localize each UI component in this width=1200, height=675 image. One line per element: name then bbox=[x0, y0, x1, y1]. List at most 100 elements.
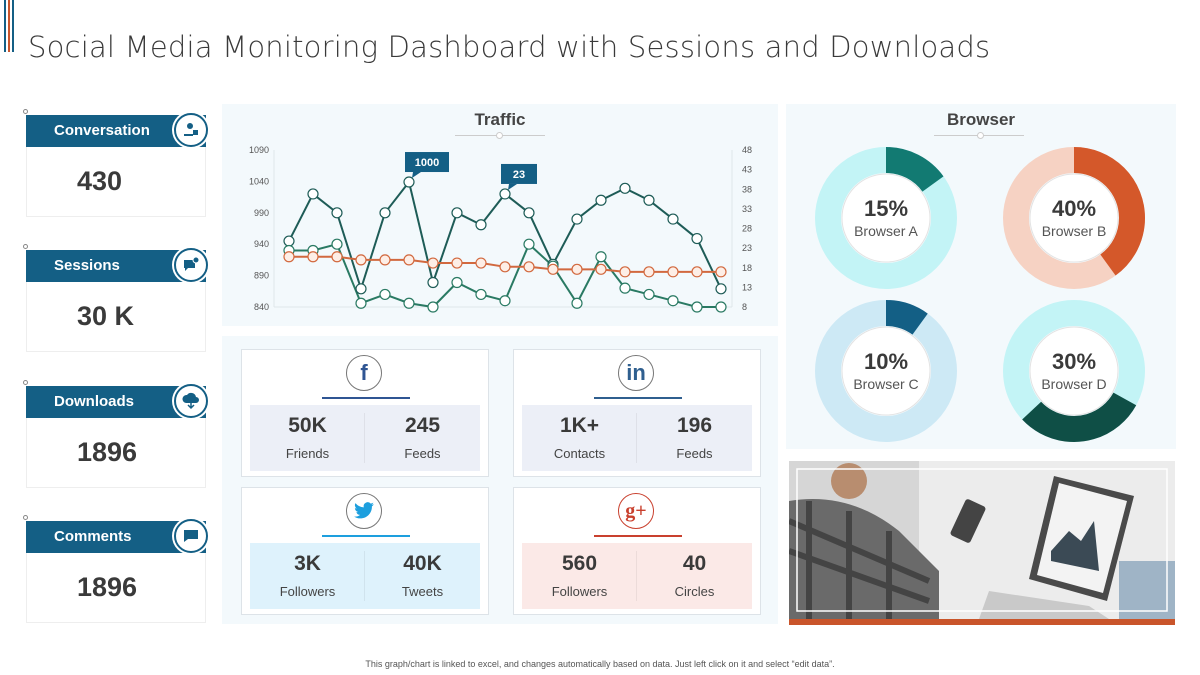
data-point[interactable] bbox=[499, 261, 511, 273]
donut-browser-a[interactable]: 15% Browser A bbox=[815, 147, 957, 289]
svg-text:23: 23 bbox=[513, 169, 525, 181]
data-point[interactable] bbox=[691, 301, 703, 313]
data-point[interactable] bbox=[427, 301, 439, 313]
data-point[interactable] bbox=[691, 266, 703, 278]
data-point[interactable] bbox=[547, 263, 559, 275]
data-point[interactable] bbox=[595, 263, 607, 275]
data-point[interactable] bbox=[499, 295, 511, 307]
data-point[interactable] bbox=[571, 263, 583, 275]
data-point[interactable] bbox=[499, 188, 511, 200]
kpi-card-conversation: Conversation 430 bbox=[23, 109, 208, 217]
kpi-value: 1896 bbox=[26, 418, 206, 488]
left-axis-tick: 940 bbox=[254, 239, 269, 249]
stat-value: 40K bbox=[403, 552, 442, 575]
data-point[interactable] bbox=[379, 288, 391, 301]
data-point[interactable] bbox=[331, 238, 343, 250]
data-point[interactable] bbox=[307, 188, 319, 200]
data-point[interactable] bbox=[643, 266, 655, 278]
stat-value: 560 bbox=[561, 552, 598, 575]
data-point[interactable] bbox=[379, 207, 391, 219]
data-point[interactable] bbox=[403, 176, 415, 188]
data-point[interactable] bbox=[283, 235, 295, 247]
twitter-icon[interactable] bbox=[346, 493, 382, 529]
stat-value: 40 bbox=[682, 552, 707, 575]
traffic-line-chart[interactable]: 1090 1040 990 940 890 840 48 43 38 33 28 23 18 13 8 100… bbox=[222, 104, 778, 326]
page-title: Social Media Monitoring Dashboard with S… bbox=[28, 30, 991, 64]
donut-label: Browser D bbox=[1041, 376, 1106, 392]
kpi-value: 30 K bbox=[26, 282, 206, 352]
stat-tweets: 40K Tweets bbox=[365, 543, 480, 609]
facebook-icon[interactable]: f bbox=[346, 355, 382, 391]
left-axis-tick: 990 bbox=[254, 208, 269, 218]
data-point[interactable] bbox=[715, 301, 727, 313]
data-point[interactable] bbox=[619, 282, 631, 294]
donut-label: Browser C bbox=[853, 376, 918, 392]
left-axis-tick: 1090 bbox=[249, 145, 269, 155]
data-point[interactable] bbox=[523, 207, 535, 219]
data-point[interactable] bbox=[355, 297, 367, 309]
data-callout: 23 bbox=[501, 163, 537, 190]
google-plus-icon[interactable]: g+ bbox=[618, 493, 654, 529]
donut-label: Browser B bbox=[1042, 223, 1107, 239]
data-point[interactable] bbox=[331, 207, 343, 219]
social-card-facebook: f 50K Friends 245 Feeds bbox=[241, 349, 489, 477]
data-point[interactable] bbox=[643, 194, 655, 206]
right-axis-tick: 8 bbox=[742, 302, 747, 312]
data-point[interactable] bbox=[403, 254, 415, 266]
data-point[interactable] bbox=[427, 276, 439, 289]
data-point[interactable] bbox=[667, 295, 679, 307]
data-point[interactable] bbox=[307, 251, 319, 263]
stat-label: Followers bbox=[551, 584, 608, 599]
data-point[interactable] bbox=[619, 182, 631, 194]
right-axis-tick: 38 bbox=[742, 184, 752, 194]
data-point[interactable] bbox=[571, 297, 583, 309]
donut-browser-d[interactable]: 30% Browser D bbox=[995, 292, 1153, 449]
data-point[interactable] bbox=[595, 194, 607, 206]
data-point[interactable] bbox=[451, 276, 463, 289]
right-axis-tick: 28 bbox=[742, 224, 752, 234]
data-point[interactable] bbox=[619, 266, 631, 278]
data-point[interactable] bbox=[355, 283, 367, 295]
data-point[interactable] bbox=[331, 251, 343, 263]
data-point[interactable] bbox=[427, 257, 439, 269]
data-point[interactable] bbox=[475, 219, 487, 231]
data-point[interactable] bbox=[523, 261, 535, 273]
data-point[interactable] bbox=[379, 254, 391, 266]
data-point[interactable] bbox=[355, 254, 367, 266]
hand-coin-icon bbox=[174, 113, 208, 147]
data-point[interactable] bbox=[451, 207, 463, 219]
data-point[interactable] bbox=[475, 257, 487, 269]
donut-browser-b[interactable]: 40% Browser B bbox=[1003, 147, 1145, 289]
data-point[interactable] bbox=[283, 251, 295, 263]
data-point[interactable] bbox=[691, 232, 703, 245]
stat-feeds: 245 Feeds bbox=[365, 405, 480, 471]
network-underline bbox=[594, 535, 682, 537]
donut-percent: 10% bbox=[864, 349, 908, 374]
stat-feeds: 196 Feeds bbox=[637, 405, 752, 471]
person-with-laptop-image bbox=[789, 461, 1175, 619]
data-point[interactable] bbox=[571, 213, 583, 225]
network-underline bbox=[322, 397, 410, 399]
data-point[interactable] bbox=[715, 266, 727, 278]
kpi-label: Sessions bbox=[54, 257, 120, 274]
data-point[interactable] bbox=[715, 283, 727, 295]
browser-donut-charts: 15% Browser A 40% Browser B 10% Browser C 30% B… bbox=[815, 147, 1153, 449]
right-axis-tick: 48 bbox=[742, 145, 752, 155]
linkedin-icon[interactable]: in bbox=[618, 355, 654, 391]
data-point[interactable] bbox=[667, 266, 679, 278]
data-point[interactable] bbox=[595, 251, 607, 263]
data-point[interactable] bbox=[451, 257, 463, 269]
data-point[interactable] bbox=[667, 213, 679, 225]
data-point[interactable] bbox=[475, 288, 487, 301]
donut-percent: 15% bbox=[864, 196, 908, 221]
data-point[interactable] bbox=[523, 238, 535, 250]
stats-row: 1K+ Contacts 196 Feeds bbox=[522, 405, 752, 471]
stat-circles: 40 Circles bbox=[637, 543, 752, 609]
donut-browser-c[interactable]: 10% Browser C bbox=[815, 300, 957, 442]
stats-row: 50K Friends 245 Feeds bbox=[250, 405, 480, 471]
network-underline bbox=[322, 535, 410, 537]
data-point[interactable] bbox=[403, 297, 415, 309]
svg-text:1000: 1000 bbox=[415, 157, 439, 169]
stat-value: 245 bbox=[404, 414, 441, 437]
data-point[interactable] bbox=[643, 288, 655, 301]
